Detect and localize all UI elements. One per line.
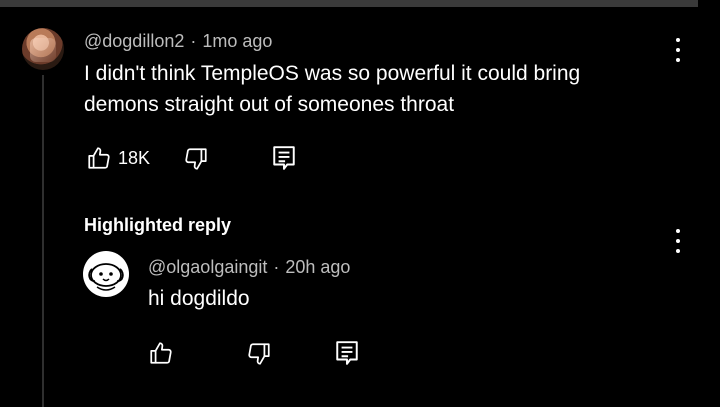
comment-like-button[interactable]: 18K bbox=[86, 145, 150, 171]
reply-icon bbox=[273, 146, 295, 170]
reply-text: hi dogdildo bbox=[148, 287, 250, 310]
comment-author-handle[interactable]: @dogdillon2 bbox=[84, 31, 184, 52]
comment-text: I didn't think TempleOS was so powerful … bbox=[84, 58, 580, 120]
dislike-icon bbox=[248, 343, 270, 365]
thread-line bbox=[42, 75, 44, 407]
like-icon bbox=[88, 147, 110, 169]
comment-like-count: 18K bbox=[118, 147, 151, 168]
meta-separator: · bbox=[273, 257, 280, 277]
comment-text-line2: demons straight out of someones throat bbox=[84, 93, 455, 116]
comment-text-line1: I didn't think TempleOS was so powerful … bbox=[84, 62, 581, 85]
reply-meta: @olgaolgaingit · 20h ago bbox=[148, 257, 350, 278]
top-divider bbox=[0, 0, 698, 7]
dislike-icon bbox=[185, 148, 207, 170]
meta-separator: · bbox=[190, 31, 197, 51]
reply-like-button[interactable] bbox=[148, 340, 174, 366]
reply-author-handle[interactable]: @olgaolgaingit bbox=[148, 257, 267, 278]
comment-avatar[interactable] bbox=[22, 28, 64, 70]
comment-time: 1mo ago bbox=[202, 31, 273, 51]
comment-dislike-button[interactable] bbox=[183, 146, 209, 172]
highlighted-reply-label: Highlighted reply bbox=[84, 215, 232, 235]
reply-more-options-icon[interactable] bbox=[675, 229, 681, 253]
reply-avatar[interactable] bbox=[83, 251, 129, 297]
reply-dislike-button[interactable] bbox=[246, 341, 272, 367]
reply-icon bbox=[336, 341, 358, 365]
comment-meta: @dogdillon2 · 1mo ago bbox=[84, 31, 272, 52]
reply-reply-button[interactable] bbox=[335, 340, 359, 366]
reply-time: 20h ago bbox=[285, 257, 351, 277]
comment-reply-button[interactable] bbox=[272, 145, 296, 171]
like-icon bbox=[150, 342, 172, 364]
comment-more-options-icon[interactable] bbox=[675, 38, 681, 62]
